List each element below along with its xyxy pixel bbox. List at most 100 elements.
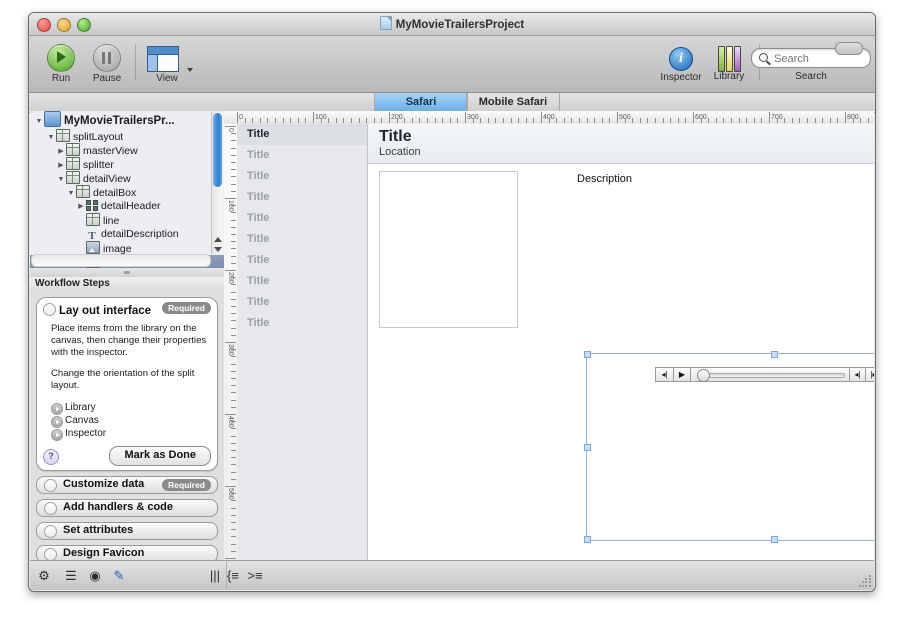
ruler-tick [231, 464, 236, 465]
master-list-row[interactable]: Title [237, 166, 367, 187]
tree-node-label: detailDescription [101, 228, 179, 240]
video-playback-controls[interactable]: ◂| ▶ ◂| |▸ [655, 367, 874, 382]
horizontal-ruler: 0100200300400500600700800 [224, 111, 874, 125]
step-link-library[interactable]: Library [51, 401, 207, 414]
scrubber-knob[interactable] [697, 369, 710, 382]
tree-node-detailbox[interactable]: ▼detailBox [30, 185, 224, 199]
ruler-tick [640, 118, 641, 123]
tab-safari[interactable]: Safari [374, 93, 468, 112]
resize-handle-sw[interactable] [584, 536, 591, 543]
play-button[interactable]: ▶ [674, 368, 691, 381]
ruler-tick [480, 118, 481, 123]
run-button-label: Run [39, 73, 83, 84]
ruler-tick [231, 176, 236, 177]
help-button[interactable]: ? [43, 449, 59, 465]
resize-handle-s[interactable] [771, 536, 778, 543]
tree-node-label: splitLayout [73, 131, 123, 143]
toolbar: Run Pause View i Inspector Library [29, 36, 875, 93]
group-icon [86, 200, 98, 211]
tree-horizontal-scrollbar[interactable] [31, 254, 211, 267]
workflow-step-customize-data[interactable]: Customize dataRequired [36, 476, 218, 494]
step-link-canvas[interactable]: Canvas [51, 414, 207, 427]
master-list-row[interactable]: Title [237, 250, 367, 271]
edit-icon[interactable]: ✎ [110, 567, 128, 584]
design-canvas[interactable]: TitleTitleTitleTitleTitleTitleTitleTitle… [237, 124, 874, 560]
twisty-right-icon[interactable]: ▶ [76, 200, 86, 214]
step-status-radio[interactable] [44, 548, 57, 560]
ruler-tick [275, 118, 276, 123]
run-button[interactable]: Run [39, 44, 83, 84]
tree-scroll-thumb[interactable] [213, 113, 222, 187]
ruler-label: 0 [239, 114, 243, 121]
list-icon[interactable]: ☰ [62, 567, 80, 584]
tree-node-masterview[interactable]: ▶masterView [30, 143, 224, 157]
step-status-radio[interactable] [44, 479, 57, 492]
mute-button[interactable]: ◂| [656, 368, 674, 381]
step-forward-button[interactable]: |▸ [865, 368, 874, 381]
mark-as-done-button[interactable]: Mark as Done [109, 446, 211, 466]
pause-button[interactable]: Pause [83, 44, 131, 84]
resize-handle-n[interactable] [771, 351, 778, 358]
ruler-tick [252, 118, 253, 123]
master-list-row[interactable]: Title [237, 313, 367, 334]
tree-node-splitlayout[interactable]: ▼splitLayout [30, 129, 224, 143]
ruler-tick [701, 118, 702, 123]
tree-node-detaildescription[interactable]: TdetailDescription [30, 227, 224, 241]
resize-handle-nw[interactable] [584, 351, 591, 358]
library-button[interactable]: Library [705, 45, 753, 82]
master-list-row[interactable]: Title [237, 208, 367, 229]
step-back-button[interactable]: ◂| [849, 368, 865, 381]
ruler-tick [231, 436, 236, 437]
resize-handle-w[interactable] [584, 444, 591, 451]
indent-right-icon[interactable]: >≡ [246, 567, 264, 584]
step-forward-icon: |▸ [870, 371, 874, 379]
columns-icon[interactable]: ||| [206, 567, 224, 584]
master-list-row[interactable]: Title [237, 124, 367, 145]
object-tree[interactable]: ▼MyMovieTrailersPr... ▼splitLayout ▶mast… [30, 111, 224, 269]
tree-node-project[interactable]: ▼MyMovieTrailersPr... [30, 111, 224, 129]
ruler-tick [632, 118, 633, 123]
ruler-tick [231, 299, 236, 300]
master-list-row[interactable]: Title [237, 229, 367, 250]
grid-icon [86, 213, 100, 226]
ruler-tick [231, 529, 236, 530]
ruler-tick [231, 493, 236, 494]
gear-icon[interactable]: ⚙ [35, 567, 53, 584]
step-status-radio[interactable] [43, 303, 56, 316]
ruler-tick [231, 407, 236, 408]
workflow-step-design-favicon[interactable]: Design Favicon [36, 545, 218, 560]
step-status-radio[interactable] [44, 525, 57, 538]
search-group-label: Search [751, 71, 871, 82]
master-list-row[interactable]: Title [237, 292, 367, 313]
view-button[interactable]: View [141, 45, 193, 84]
tree-node-splitter[interactable]: ▶splitter [30, 157, 224, 171]
image-placeholder[interactable] [379, 171, 518, 328]
tree-node-detailheader[interactable]: ▶detailHeader [30, 199, 224, 213]
step-link-inspector[interactable]: Inspector [51, 427, 207, 440]
window-resize-grip[interactable] [859, 575, 872, 588]
master-list-row[interactable]: Title [237, 187, 367, 208]
ruler-tick [723, 118, 724, 123]
tree-vertical-scrollbar[interactable] [211, 112, 223, 254]
master-list-row[interactable]: Title [237, 145, 367, 166]
ruler-tick [655, 118, 656, 123]
master-view-list[interactable]: TitleTitleTitleTitleTitleTitleTitleTitle… [237, 124, 368, 560]
workflow-step-set-attributes[interactable]: Set attributes [36, 522, 218, 540]
workflow-step-active[interactable]: Lay out interface Required Place items f… [36, 297, 218, 471]
scroll-down-arrow-icon[interactable] [214, 247, 222, 252]
inspector-button[interactable]: i Inspector [653, 45, 709, 83]
toolbar-toggle-button[interactable] [835, 42, 863, 55]
ruler-tick [313, 112, 314, 123]
tree-node-image[interactable]: image [30, 241, 224, 255]
record-icon[interactable]: ◉ [86, 567, 104, 584]
indent-left-icon[interactable]: {≡ [224, 567, 242, 584]
workflow-step-add-handlers[interactable]: Add handlers & code [36, 499, 218, 517]
master-list-row[interactable]: Title [237, 271, 367, 292]
scroll-up-arrow-icon[interactable] [214, 237, 222, 242]
tab-mobile-safari[interactable]: Mobile Safari [466, 93, 560, 112]
tree-node-detailview[interactable]: ▼detailView [30, 171, 224, 185]
video-scrubber[interactable] [691, 367, 849, 382]
ruler-tick [231, 148, 236, 149]
step-status-radio[interactable] [44, 502, 57, 515]
tree-node-line[interactable]: line [30, 213, 224, 227]
